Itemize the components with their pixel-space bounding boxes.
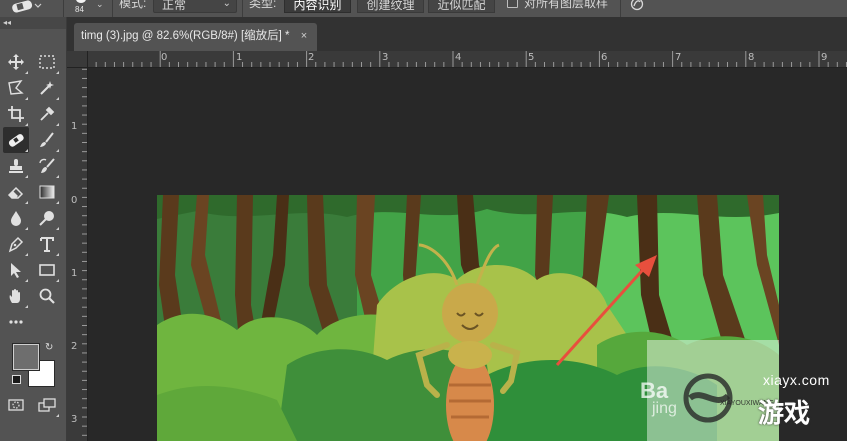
type-tool[interactable]	[34, 231, 60, 257]
ruler-label: 0	[161, 52, 168, 63]
close-tab-icon[interactable]: ×	[301, 30, 307, 42]
tool-preset-picker[interactable]	[8, 0, 42, 16]
brush-size-value: 84	[75, 5, 84, 14]
hand-tool[interactable]	[3, 283, 29, 309]
watermark-jing-fragment: jing	[652, 400, 677, 417]
ruler-origin[interactable]	[67, 51, 88, 68]
spot-healing-brush-icon	[12, 0, 42, 13]
gradient-tool[interactable]	[34, 179, 60, 205]
eraser-tool[interactable]	[3, 179, 29, 205]
eyedropper-icon	[40, 106, 55, 121]
brush-tip-icon	[76, 0, 86, 3]
type-content-aware-button[interactable]: 内容识别	[284, 0, 351, 13]
watermark-site-text: xiayx.com	[763, 372, 830, 388]
eyedropper-tool[interactable]	[34, 101, 60, 127]
lasso-tool[interactable]	[3, 75, 29, 101]
hand-icon	[9, 289, 20, 303]
foreground-color-swatch[interactable]	[12, 343, 40, 371]
crop-icon	[8, 106, 24, 122]
stamp-icon	[9, 159, 23, 173]
ruler-label: 8	[748, 52, 755, 63]
ruler-label: 0	[71, 195, 78, 206]
pressure-button[interactable]	[629, 0, 645, 14]
move-icon	[8, 54, 24, 70]
ruler-label: 9	[821, 52, 828, 63]
gradient-icon	[39, 185, 55, 199]
healing-brush-icon	[8, 134, 24, 147]
toolbox: ◂◂ ↻	[0, 17, 67, 441]
polygonal-lasso-icon	[8, 80, 24, 95]
ruler-label: 2	[308, 52, 315, 63]
history-brush-icon	[39, 158, 55, 173]
sample-all-layers-label: 对所有图层取样	[524, 0, 609, 10]
rectangular-marquee-icon	[39, 55, 55, 69]
magnifier-icon	[39, 288, 55, 304]
document-tab-title: timg (3).jpg @ 82.6%(RGB/8#) [缩放后] *	[81, 30, 290, 42]
mode-dropdown[interactable]: 正常 ⌄	[153, 0, 237, 13]
arrow-cursor-icon	[11, 263, 21, 278]
document-tab-strip: timg (3).jpg @ 82.6%(RGB/8#) [缩放后] * ×	[67, 17, 847, 51]
ruler-label: 3	[71, 414, 78, 425]
watermark-brand-text: 游戏	[758, 398, 811, 428]
watermark-logo-icon	[680, 368, 740, 428]
pressure-icon	[630, 0, 644, 11]
horizontal-ruler[interactable]: 0 1 2 3 4 5 6 7 8 9	[87, 51, 847, 68]
spot-healing-brush-tool[interactable]	[3, 127, 29, 153]
rectangle-shape-icon	[39, 264, 55, 276]
type-label: 类型:	[249, 0, 277, 10]
ruler-label: 7	[675, 52, 682, 63]
ruler-label: 1	[236, 52, 243, 63]
pen-icon	[8, 236, 24, 253]
screen-mode-button[interactable]	[34, 392, 60, 418]
ruler-label: 5	[528, 52, 535, 63]
quick-selection-icon	[40, 81, 54, 95]
ruler-label: 6	[601, 52, 608, 63]
dodge-icon	[39, 211, 54, 226]
vertical-ruler-ticks	[82, 51, 87, 436]
brush-icon	[40, 132, 54, 147]
marquee-tool[interactable]	[34, 49, 60, 75]
swap-colors-icon[interactable]: ↻	[45, 342, 53, 353]
magic-wand-tool[interactable]	[34, 75, 60, 101]
brush-tool[interactable]	[34, 127, 60, 153]
document-tab[interactable]: timg (3).jpg @ 82.6%(RGB/8#) [缩放后] * ×	[74, 23, 318, 51]
crop-tool[interactable]	[3, 101, 29, 127]
brush-size-picker[interactable]: 84 ⌄	[70, 0, 106, 17]
pen-tool[interactable]	[3, 231, 29, 257]
ruler-label: 2	[71, 341, 78, 352]
horizontal-ruler-ticks	[87, 51, 847, 67]
edit-toolbar[interactable]	[3, 309, 29, 335]
default-colors-icon[interactable]	[12, 375, 21, 384]
mode-value: 正常	[162, 0, 187, 12]
eraser-icon	[7, 186, 24, 199]
type-proximity-match-button[interactable]: 近似匹配	[428, 0, 495, 13]
options-bar: 84 ⌄ 模式: 正常 ⌄ 类型: 内容识别 创建纹理 近似匹配 对所有图层取样	[0, 0, 847, 18]
quick-mask-button[interactable]	[3, 392, 29, 418]
chevron-down-icon: ⌄	[96, 0, 104, 9]
ruler-label: 1	[71, 268, 78, 279]
ruler-label: 1	[71, 121, 78, 132]
rectangle-tool[interactable]	[34, 257, 60, 283]
ruler-label: 3	[382, 52, 389, 63]
history-brush-tool[interactable]	[34, 153, 60, 179]
quick-mask-icon	[8, 399, 24, 411]
type-create-texture-button[interactable]: 创建纹理	[357, 0, 424, 13]
blur-drop-icon	[11, 211, 21, 226]
sample-all-layers-checkbox[interactable]	[507, 0, 518, 8]
path-selection-tool[interactable]	[3, 257, 29, 283]
vertical-ruler[interactable]: 1 0 1 2 3	[67, 51, 88, 441]
move-tool[interactable]	[3, 49, 29, 75]
blur-tool[interactable]	[3, 205, 29, 231]
mode-label: 模式:	[119, 0, 147, 10]
more-dots-icon	[9, 320, 23, 324]
ruler-label: 4	[455, 52, 462, 63]
type-icon	[40, 237, 54, 252]
toolbox-collapse-grip[interactable]: ◂◂	[0, 17, 66, 29]
screen-mode-icon	[38, 398, 56, 412]
dodge-tool[interactable]	[34, 205, 60, 231]
clone-stamp-tool[interactable]	[3, 153, 29, 179]
zoom-tool[interactable]	[34, 283, 60, 309]
chevron-down-icon: ⌄	[222, 0, 231, 9]
